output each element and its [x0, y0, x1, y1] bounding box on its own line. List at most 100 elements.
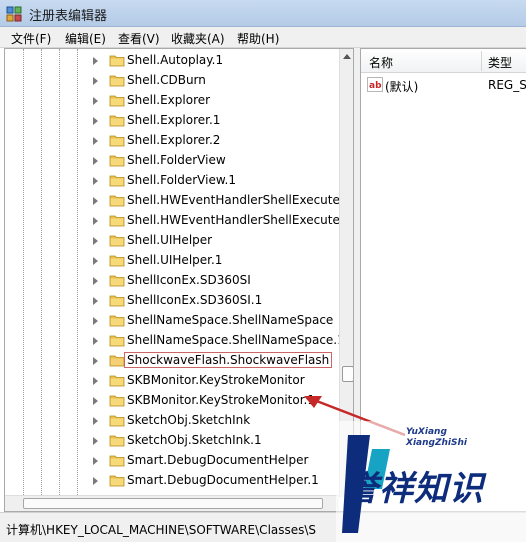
- expand-arrow-icon[interactable]: [93, 237, 98, 245]
- watermark-chinese: 誉祥知识: [344, 469, 484, 509]
- column-divider[interactable]: [481, 51, 482, 71]
- tree-horizontal-scrollbar[interactable]: [5, 495, 339, 511]
- folder-icon: [109, 275, 125, 287]
- tree-item-label: Shell.HWEventHandlerShellExecute.1: [127, 213, 352, 227]
- svg-text:ab: ab: [369, 81, 382, 91]
- tree-item[interactable]: Shell.FolderView.1: [5, 171, 337, 191]
- tree-item-label: ShellIconEx.SD360SI: [127, 273, 251, 287]
- watermark-pinyin-line-1: YuXiang: [406, 427, 447, 437]
- folder-icon: [109, 255, 125, 267]
- folder-icon: [109, 375, 125, 387]
- expand-arrow-icon[interactable]: [93, 97, 98, 105]
- tree-item-label: Smart.DebugDocumentHelper.1: [127, 473, 319, 487]
- expand-arrow-icon[interactable]: [93, 217, 98, 225]
- expand-arrow-icon[interactable]: [93, 197, 98, 205]
- tree-item[interactable]: SKBMonitor.KeyStrokeMonitor.1: [5, 391, 337, 411]
- tree-item-label: Shell.FolderView.1: [127, 173, 236, 187]
- expand-arrow-icon[interactable]: [93, 437, 98, 445]
- column-header-name[interactable]: 名称: [369, 54, 393, 71]
- expand-arrow-icon[interactable]: [93, 297, 98, 305]
- expand-arrow-icon[interactable]: [93, 257, 98, 265]
- menu-help[interactable]: 帮助(H): [237, 30, 279, 47]
- tree-item[interactable]: Shell.UIHelper: [5, 231, 337, 251]
- current-key-path: 计算机\HKEY_LOCAL_MACHINE\SOFTWARE\Classes\…: [6, 523, 317, 537]
- folder-icon: [109, 395, 125, 407]
- scroll-up-arrow-icon[interactable]: [343, 54, 351, 59]
- tree-item[interactable]: Shell.CDBurn: [5, 71, 337, 91]
- expand-arrow-icon[interactable]: [93, 57, 98, 65]
- window-title: 注册表编辑器: [29, 9, 108, 24]
- tree-item-label: SketchObj.SketchInk.1: [127, 433, 262, 447]
- tree-item-label: SKBMonitor.KeyStrokeMonitor.1: [127, 393, 316, 407]
- folder-icon: [109, 195, 125, 207]
- watermark-pinyin: YuXiang XiangZhiShi: [406, 427, 467, 449]
- tree-item-label: ShockwaveFlash.ShockwaveFlash: [124, 352, 333, 368]
- tree-item[interactable]: ShellIconEx.SD360SI.1: [5, 291, 337, 311]
- expand-arrow-icon[interactable]: [93, 177, 98, 185]
- horizontal-scroll-thumb[interactable]: [23, 498, 323, 509]
- folder-icon: [109, 295, 125, 307]
- expand-arrow-icon[interactable]: [93, 277, 98, 285]
- folder-icon: [109, 235, 125, 247]
- tree-item[interactable]: ShellIconEx.SD360SI: [5, 271, 337, 291]
- tree-item[interactable]: SketchObj.SketchInk: [5, 411, 337, 431]
- folder-icon: [109, 455, 125, 467]
- tree-item-label: Shell.HWEventHandlerShellExecute: [127, 193, 340, 207]
- folder-icon: [109, 475, 125, 487]
- expand-arrow-icon[interactable]: [93, 77, 98, 85]
- tree-item-label: Shell.Explorer.2: [127, 133, 221, 147]
- tree-item-label: SKBMonitor.KeyStrokeMonitor: [127, 373, 305, 387]
- expand-arrow-icon[interactable]: [93, 317, 98, 325]
- tree-item[interactable]: Shell.UIHelper.1: [5, 251, 337, 271]
- tree-item-label: Shell.Autoplay.1: [127, 53, 224, 67]
- expand-arrow-icon[interactable]: [93, 477, 98, 485]
- expand-arrow-icon[interactable]: [93, 137, 98, 145]
- tree-item[interactable]: ShockwaveFlash.ShockwaveFlash: [5, 351, 337, 371]
- tree-item[interactable]: Shell.Autoplay.1: [5, 51, 337, 71]
- column-header-type[interactable]: 类型: [488, 54, 512, 71]
- value-row[interactable]: ab (默认) REG_SZ: [361, 75, 526, 95]
- expand-arrow-icon[interactable]: [93, 337, 98, 345]
- tree-item[interactable]: ShellNameSpace.ShellNameSpace.1: [5, 331, 345, 351]
- tree-item[interactable]: Shell.Explorer: [5, 91, 337, 111]
- tree-item[interactable]: SKBMonitor.KeyStrokeMonitor: [5, 371, 337, 391]
- tree-item-label: Shell.FolderView: [127, 153, 226, 167]
- tree-item-label: Smart.DebugDocumentHelper: [127, 453, 309, 467]
- tree-item-label: Shell.Explorer.1: [127, 113, 221, 127]
- folder-icon: [109, 55, 125, 67]
- tree-item-label: Shell.UIHelper.1: [127, 253, 223, 267]
- expand-arrow-icon[interactable]: [93, 417, 98, 425]
- vertical-scroll-thumb[interactable]: [342, 366, 353, 382]
- key-tree-pane[interactable]: Shell.Autoplay.1 Shell.CDBurn Shell.Explor…: [4, 48, 354, 512]
- menu-favorites[interactable]: 收藏夹(A): [171, 30, 225, 47]
- menu-edit[interactable]: 编辑(E): [65, 30, 106, 47]
- tree-item[interactable]: SketchObj.SketchInk.1: [5, 431, 337, 451]
- expand-arrow-icon[interactable]: [93, 377, 98, 385]
- list-header: 名称 类型: [361, 49, 526, 73]
- tree-item-label: SketchObj.SketchInk: [127, 413, 251, 427]
- tree-item[interactable]: ShellNameSpace.ShellNameSpace: [5, 311, 337, 331]
- regedit-app-icon: [6, 6, 22, 22]
- tree-item[interactable]: Shell.HWEventHandlerShellExecute.1: [5, 211, 351, 231]
- tree-item[interactable]: Smart.DebugDocumentHelper: [5, 451, 337, 471]
- tree-item-label: Shell.CDBurn: [127, 73, 206, 87]
- tree-item[interactable]: Shell.FolderView: [5, 151, 337, 171]
- expand-arrow-icon[interactable]: [93, 117, 98, 125]
- expand-arrow-icon[interactable]: [93, 397, 98, 405]
- tree-item[interactable]: Shell.Explorer.1: [5, 111, 337, 131]
- menu-file[interactable]: 文件(F): [11, 30, 51, 47]
- expand-arrow-icon[interactable]: [93, 357, 98, 365]
- folder-icon: [109, 215, 125, 227]
- folder-icon: [109, 95, 125, 107]
- tree-item[interactable]: Shell.HWEventHandlerShellExecute: [5, 191, 340, 211]
- folder-icon: [109, 355, 125, 367]
- brand-watermark: YuXiang XiangZhiShi 誉祥知识: [336, 421, 526, 542]
- folder-icon: [109, 435, 125, 447]
- tree-item[interactable]: Smart.DebugDocumentHelper.1: [5, 471, 337, 491]
- folder-icon: [109, 175, 125, 187]
- expand-arrow-icon[interactable]: [93, 457, 98, 465]
- tree-item[interactable]: Shell.Explorer.2: [5, 131, 337, 151]
- menu-view[interactable]: 查看(V): [118, 30, 160, 47]
- watermark-pinyin-line-2: XiangZhiShi: [406, 438, 467, 448]
- expand-arrow-icon[interactable]: [93, 157, 98, 165]
